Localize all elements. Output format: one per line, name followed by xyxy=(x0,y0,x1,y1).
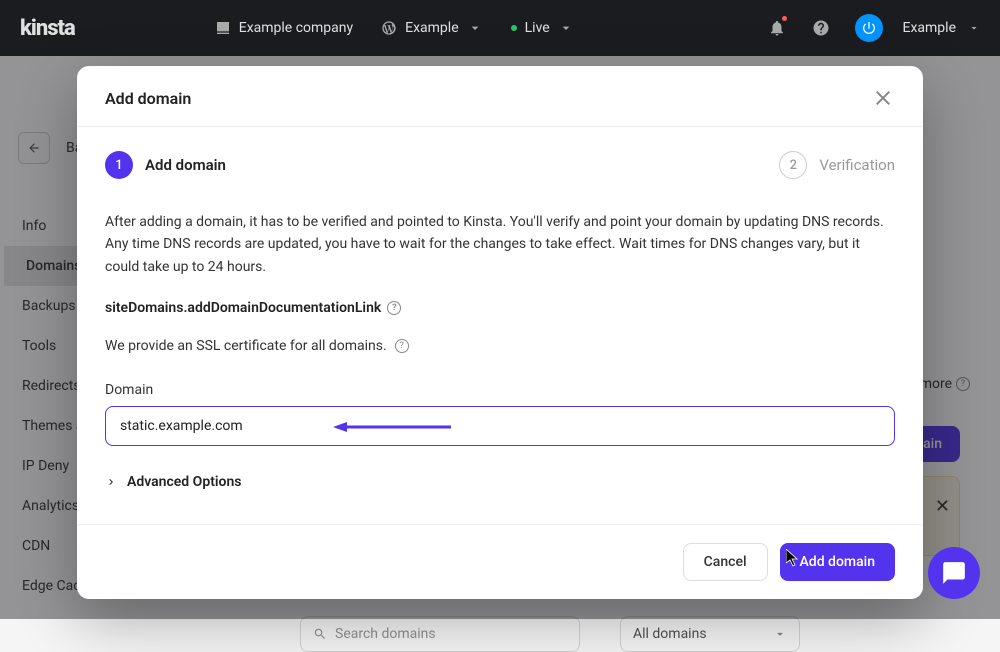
chevron-down-icon xyxy=(968,22,980,34)
modal-overlay: Add domain 1 Add domain 2 Verification A… xyxy=(0,56,1000,619)
cursor-pointer xyxy=(786,549,800,567)
domain-input[interactable] xyxy=(105,406,895,446)
step-2-label: Verification xyxy=(819,156,895,174)
filter-label: All domains xyxy=(633,626,707,642)
site-selector[interactable]: Example xyxy=(381,20,482,36)
power-button[interactable] xyxy=(855,14,883,42)
notifications-button[interactable] xyxy=(759,10,795,46)
chat-icon xyxy=(941,560,967,586)
bell-icon xyxy=(768,19,786,37)
site-name: Example xyxy=(405,20,458,36)
domains-filter[interactable]: All domains xyxy=(620,616,800,652)
chevron-right-icon xyxy=(105,476,117,488)
cancel-button[interactable]: Cancel xyxy=(683,543,768,581)
modal-description: After adding a domain, it has to be veri… xyxy=(105,211,895,278)
step-1: 1 Add domain xyxy=(105,151,226,179)
step-2: 2 Verification xyxy=(779,151,895,179)
chevron-down-icon xyxy=(467,20,483,36)
modal-header: Add domain xyxy=(77,66,923,127)
stepper: 1 Add domain 2 Verification xyxy=(105,151,895,179)
help-circle-icon xyxy=(812,19,830,37)
live-indicator xyxy=(511,25,517,31)
chevron-down-icon xyxy=(558,20,574,36)
building-icon xyxy=(215,20,231,36)
power-icon xyxy=(861,20,877,36)
close-icon[interactable] xyxy=(871,86,895,110)
search-domains-input[interactable]: Search domains xyxy=(300,616,580,652)
advanced-options-toggle[interactable]: Advanced Options xyxy=(105,474,895,490)
add-domain-modal: Add domain 1 Add domain 2 Verification A… xyxy=(77,66,923,599)
user-name: Example xyxy=(903,20,956,36)
logo: kinsta xyxy=(20,16,75,41)
documentation-link[interactable]: siteDomains.addDomainDocumentationLink ? xyxy=(105,300,895,316)
wordpress-icon xyxy=(381,20,397,36)
search-icon xyxy=(313,627,327,641)
chat-widget[interactable] xyxy=(928,547,980,599)
company-name: Example company xyxy=(239,20,353,36)
step-1-label: Add domain xyxy=(145,156,226,174)
env-label: Live xyxy=(525,20,550,36)
modal-title: Add domain xyxy=(105,89,191,108)
topbar: kinsta Example company Example Live Exam… xyxy=(0,0,1000,56)
domain-label: Domain xyxy=(105,382,895,398)
external-link-icon: ? xyxy=(387,301,401,315)
help-icon[interactable]: ? xyxy=(395,339,409,353)
step-2-number: 2 xyxy=(779,151,807,179)
company-selector[interactable]: Example company xyxy=(215,20,353,36)
chevron-down-icon xyxy=(773,627,787,641)
notification-dot xyxy=(782,16,787,21)
ssl-info: We provide an SSL certificate for all do… xyxy=(105,338,895,354)
step-1-number: 1 xyxy=(105,151,133,179)
user-menu[interactable]: Example xyxy=(903,20,980,36)
search-placeholder: Search domains xyxy=(335,626,436,642)
env-selector[interactable]: Live xyxy=(511,20,574,36)
help-button[interactable] xyxy=(803,10,839,46)
